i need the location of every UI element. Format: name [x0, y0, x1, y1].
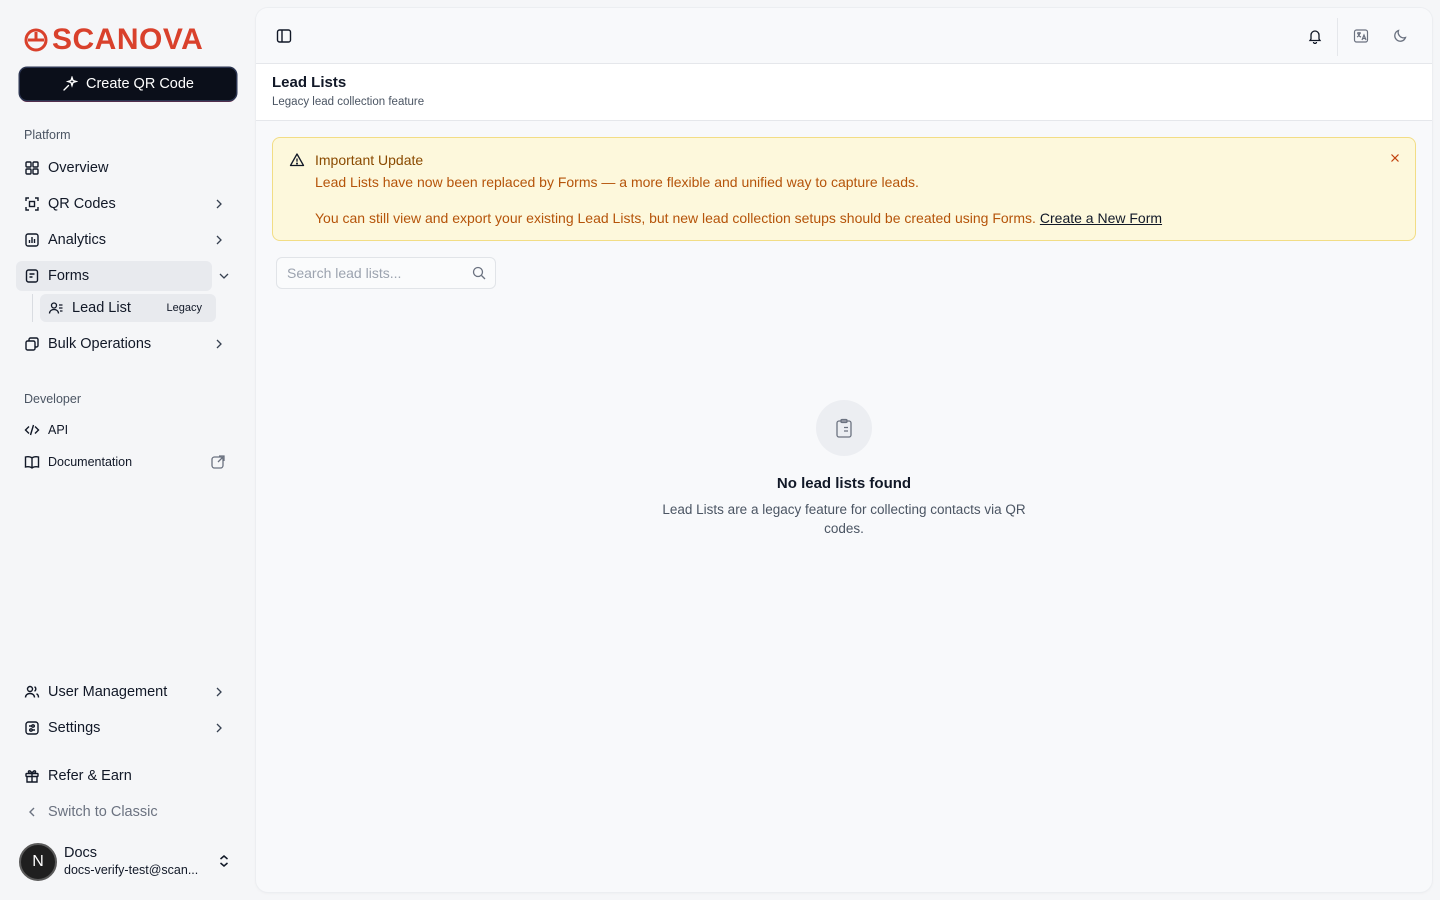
sparkle-icon [63, 76, 78, 91]
empty-state-title: No lead lists found [776, 475, 912, 492]
close-icon[interactable] [1389, 152, 1401, 164]
form-icon [24, 268, 40, 284]
brand-name: SCANOVA [52, 23, 204, 56]
sidebar-item-bulk-operations[interactable]: Bulk Operations [16, 329, 232, 359]
sidebar-item-label: Overview [48, 160, 109, 176]
top-bar [256, 8, 1432, 64]
sidebar-item-forms[interactable]: Forms [16, 261, 212, 291]
main-panel: Lead Lists Legacy lead collection featur… [256, 8, 1432, 892]
moon-icon[interactable] [1392, 28, 1408, 44]
legacy-badge: Legacy [166, 302, 202, 314]
sidebar-item-lead-list[interactable]: Lead List Legacy [40, 294, 216, 322]
gift-icon [24, 768, 40, 784]
chevron-right-icon [216, 199, 222, 209]
sidebar-item-label: Lead List [72, 300, 131, 316]
sidebar-item-label: Refer & Earn [48, 768, 132, 784]
search-box [276, 257, 496, 289]
sidebar-item-label: Analytics [48, 232, 107, 248]
language-icon[interactable] [1353, 28, 1369, 44]
sidebar-item-overview[interactable]: Overview [16, 153, 232, 183]
grid-icon [24, 160, 40, 176]
sidebar-item-label: API [48, 423, 69, 437]
sidebar-item-label: Documentation [48, 455, 133, 469]
chevron-left-icon [24, 804, 40, 820]
sidebar-item-switch-to-classic[interactable]: Switch to Classic [16, 797, 232, 827]
sidebar-item-label: User Management [48, 684, 168, 700]
sidebar: SCANOVA Create QR Code Platform Overview… [0, 0, 248, 900]
sidebar-item-label: QR Codes [48, 196, 116, 212]
empty-state-icon-container [816, 400, 872, 456]
chevrons-up-down-icon [220, 855, 228, 867]
clipboard-list-icon [836, 418, 852, 438]
sidebar-item-label: Settings [48, 720, 101, 736]
sidebar-item-label: Forms [48, 268, 90, 284]
sidebar-item-api[interactable]: API [16, 415, 232, 445]
sidebar-item-documentation[interactable]: Documentation [16, 447, 232, 477]
sidebar-toggle-icon[interactable] [276, 28, 292, 44]
sidebar-item-qr-codes[interactable]: QR Codes [16, 189, 232, 219]
qr-scan-icon [24, 196, 40, 212]
sidebar-item-refer-earn[interactable]: Refer & Earn [16, 761, 232, 791]
search-icon [472, 266, 486, 280]
user-name: Docs [64, 845, 98, 861]
chevron-right-icon [216, 687, 222, 697]
bar-chart-icon [24, 232, 40, 248]
developer-section-label: Developer [24, 392, 81, 406]
sidebar-item-label: Bulk Operations [48, 336, 152, 352]
create-qr-code-label: Create QR Code [86, 76, 194, 92]
scanova-logo-icon [24, 28, 48, 52]
book-icon [24, 454, 40, 470]
users-icon [24, 684, 40, 700]
page-title: Lead Lists [272, 74, 347, 91]
chevron-right-icon [216, 723, 222, 733]
empty-state-description: Lead Lists are a legacy feature for coll… [662, 502, 1026, 536]
bell-icon[interactable] [1307, 28, 1323, 44]
page-header: Lead Lists Legacy lead collection featur… [256, 64, 1432, 121]
page-subtitle: Legacy lead collection feature [272, 96, 425, 108]
create-new-form-link[interactable]: Create a New Form [1040, 210, 1162, 226]
contact-list-icon [48, 300, 64, 316]
important-update-alert: Important Update Lead Lists have now bee… [272, 137, 1416, 241]
warning-icon [289, 153, 305, 167]
sidebar-item-user-management[interactable]: User Management [16, 677, 232, 707]
user-account-menu[interactable]: N Docs docs-verify-test@scan... [16, 840, 236, 884]
topbar-divider [1337, 18, 1338, 56]
user-email: docs-verify-test@scan... [64, 863, 199, 877]
sidebar-item-analytics[interactable]: Analytics [16, 225, 232, 255]
chevron-right-icon [216, 339, 222, 349]
search-input[interactable] [277, 258, 457, 288]
user-info: Docs docs-verify-test@scan... [64, 845, 198, 879]
create-qr-code-button[interactable]: Create QR Code [20, 68, 236, 100]
platform-section-label: Platform [24, 128, 71, 142]
stack-icon [24, 336, 40, 352]
alert-note: You can still view and export your exist… [315, 210, 1162, 226]
chevron-right-icon [216, 235, 222, 245]
code-icon [24, 422, 40, 438]
external-link-icon [211, 455, 225, 469]
alert-note-text: You can still view and export your exist… [315, 210, 1036, 226]
sidebar-item-label: Switch to Classic [48, 804, 158, 820]
scanova-logo[interactable]: SCANOVA [24, 23, 204, 56]
chevron-down-icon[interactable] [217, 269, 231, 283]
alert-message: Lead Lists have now been replaced by For… [315, 174, 919, 190]
avatar: N [19, 843, 57, 881]
sidebar-item-settings[interactable]: Settings [16, 713, 232, 743]
settings-icon [24, 720, 40, 736]
submenu-guide-line [32, 294, 33, 322]
alert-title: Important Update [315, 152, 424, 168]
